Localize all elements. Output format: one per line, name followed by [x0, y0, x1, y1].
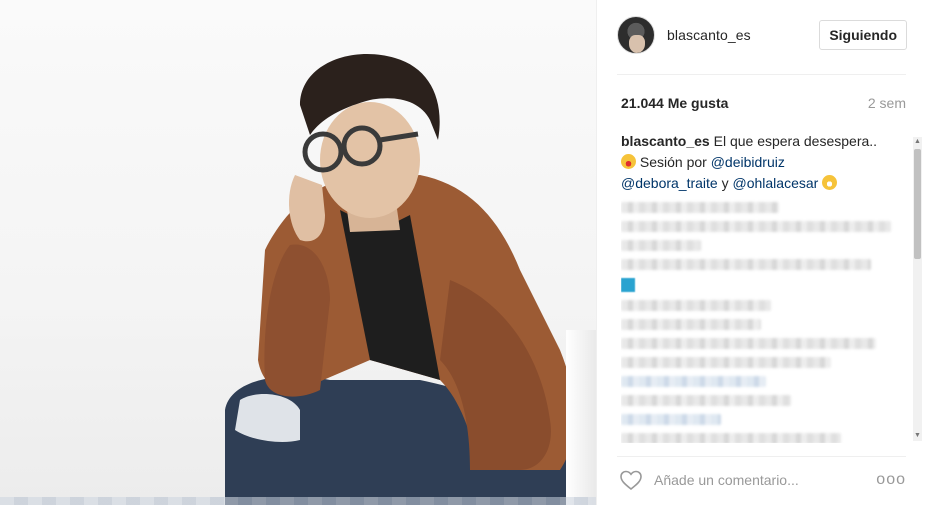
comments-scrollbar[interactable]: ▲ ▼	[913, 137, 922, 441]
likes-row: 21.044 Me gusta 2 sem	[621, 95, 906, 111]
mention-ohlalacesar[interactable]: @ohlalacesar	[733, 175, 819, 191]
person-illustration	[225, 54, 580, 505]
footer-divider	[617, 456, 906, 457]
blurred-comment	[621, 259, 871, 270]
blurred-emoji	[621, 278, 635, 292]
blurred-comment	[621, 338, 876, 349]
tongue-emoji-icon	[621, 154, 636, 169]
caption-joiner: y	[721, 175, 729, 191]
scroll-down-arrow-icon[interactable]: ▼	[913, 431, 922, 441]
blurred-comment	[621, 395, 791, 406]
blurred-comment	[621, 202, 779, 213]
scroll-thumb[interactable]	[914, 149, 921, 259]
blurred-comment	[621, 414, 721, 425]
mention-debora-traite[interactable]: @debora_traite	[621, 175, 718, 191]
blurred-comment	[621, 240, 701, 251]
wall-shadow	[566, 330, 596, 505]
caption-session: Sesión por	[639, 154, 707, 170]
post-header: blascanto_es Siguiendo	[617, 14, 907, 56]
comment-footer: ooo	[619, 466, 906, 494]
grin-emoji-icon	[822, 175, 838, 190]
scroll-up-arrow-icon[interactable]: ▲	[913, 137, 922, 147]
likes-count[interactable]: 21.044 Me gusta	[621, 95, 728, 111]
comment-input[interactable]	[654, 472, 854, 488]
username[interactable]: blascanto_es	[667, 27, 751, 43]
heart-icon[interactable]	[619, 468, 643, 492]
blurred-comment	[621, 433, 841, 443]
following-button[interactable]: Siguiendo	[819, 20, 907, 50]
caption: blascanto_es El que espera desespera.. S…	[621, 131, 911, 194]
mention-deibidruiz[interactable]: @deibidruiz	[711, 154, 785, 170]
caption-text: El que espera desespera..	[713, 133, 878, 149]
header-divider	[617, 74, 906, 75]
blurred-comment	[621, 376, 766, 387]
post-time[interactable]: 2 sem	[868, 95, 906, 111]
blurred-comment	[621, 221, 891, 232]
blurred-comment	[621, 300, 771, 311]
avatar[interactable]	[617, 16, 655, 54]
caption-username[interactable]: blascanto_es	[621, 133, 710, 149]
post-sidebar: blascanto_es Siguiendo 21.044 Me gusta 2…	[596, 0, 926, 505]
comments-list[interactable]: blascanto_es El que espera desespera.. S…	[621, 131, 911, 443]
more-options-icon[interactable]: ooo	[876, 472, 906, 488]
blurred-comment	[621, 319, 761, 330]
blurred-comment	[621, 357, 831, 368]
post-photo[interactable]	[0, 0, 596, 505]
floor-rug	[0, 497, 596, 505]
